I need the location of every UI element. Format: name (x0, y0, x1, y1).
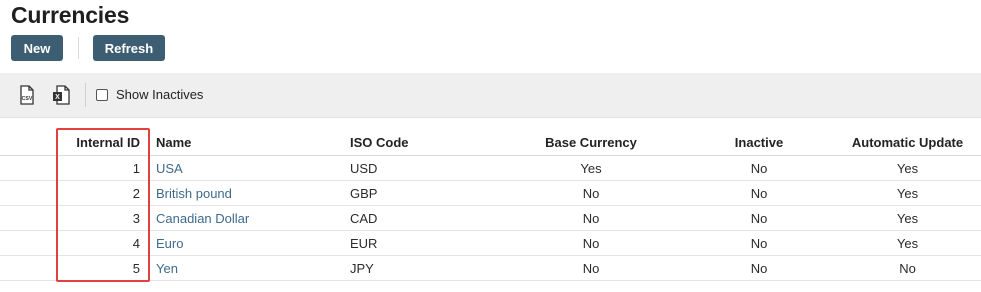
cell-internal-id: 3 (38, 205, 148, 231)
table-row: 1 USA USD Yes No Yes (0, 155, 981, 181)
cell-internal-id: 4 (38, 230, 148, 256)
cell-iso-code: EUR (342, 230, 498, 256)
show-inactives-checkbox[interactable] (96, 88, 108, 101)
column-header-automatic-update[interactable]: Automatic Update (834, 130, 981, 156)
row-gutter (0, 180, 38, 206)
svg-text:CSV: CSV (22, 96, 33, 102)
excel-export-icon[interactable]: X (52, 85, 70, 105)
cell-base-currency: No (498, 230, 684, 256)
cell-base-currency: No (498, 205, 684, 231)
cell-internal-id: 1 (38, 155, 148, 181)
show-inactives-label: Show Inactives (116, 87, 204, 102)
cell-iso-code: JPY (342, 255, 498, 281)
row-gutter-header (0, 130, 38, 156)
cell-automatic-update: Yes (834, 180, 981, 206)
table-row: 5 Yen JPY No No No (0, 255, 981, 281)
svg-text:X: X (55, 94, 60, 101)
button-divider (78, 37, 79, 59)
cell-automatic-update: No (834, 255, 981, 281)
cell-automatic-update: Yes (834, 205, 981, 231)
row-gutter (0, 155, 38, 181)
cell-base-currency: No (498, 180, 684, 206)
column-header-inactive[interactable]: Inactive (684, 130, 834, 156)
cell-inactive: No (684, 205, 834, 231)
column-header-internal-id[interactable]: Internal ID (38, 130, 148, 156)
table-row: 4 Euro EUR No No Yes (0, 230, 981, 256)
cell-internal-id: 2 (38, 180, 148, 206)
cell-inactive: No (684, 155, 834, 181)
cell-inactive: No (684, 230, 834, 256)
cell-iso-code: GBP (342, 180, 498, 206)
cell-iso-code: USD (342, 155, 498, 181)
cell-base-currency: No (498, 255, 684, 281)
cell-internal-id: 5 (38, 255, 148, 281)
column-header-base-currency[interactable]: Base Currency (498, 130, 684, 156)
currencies-table: Internal ID Name ISO Code Base Currency … (0, 130, 981, 281)
show-inactives-toggle[interactable]: Show Inactives (96, 87, 203, 102)
toolbar-divider (85, 83, 86, 107)
cell-name-link[interactable]: Canadian Dollar (148, 205, 342, 231)
cell-base-currency: Yes (498, 155, 684, 181)
table-header-row: Internal ID Name ISO Code Base Currency … (0, 130, 981, 156)
column-header-iso-code[interactable]: ISO Code (342, 130, 498, 156)
cell-inactive: No (684, 255, 834, 281)
cell-name-link[interactable]: British pound (148, 180, 342, 206)
row-gutter (0, 205, 38, 231)
cell-automatic-update: Yes (834, 155, 981, 181)
new-button[interactable]: New (11, 35, 63, 61)
cell-name-link[interactable]: USA (148, 155, 342, 181)
refresh-button[interactable]: Refresh (93, 35, 165, 61)
cell-name-link[interactable]: Yen (148, 255, 342, 281)
list-toolbar: CSV X Show Inactives (0, 73, 981, 118)
page-title: Currencies (11, 2, 130, 28)
cell-name-link[interactable]: Euro (148, 230, 342, 256)
row-gutter (0, 255, 38, 281)
cell-automatic-update: Yes (834, 230, 981, 256)
table-row: 2 British pound GBP No No Yes (0, 180, 981, 206)
csv-export-icon[interactable]: CSV (18, 85, 36, 105)
column-header-name[interactable]: Name (148, 130, 342, 156)
cell-iso-code: CAD (342, 205, 498, 231)
table-row: 3 Canadian Dollar CAD No No Yes (0, 205, 981, 231)
row-gutter (0, 230, 38, 256)
cell-inactive: No (684, 180, 834, 206)
